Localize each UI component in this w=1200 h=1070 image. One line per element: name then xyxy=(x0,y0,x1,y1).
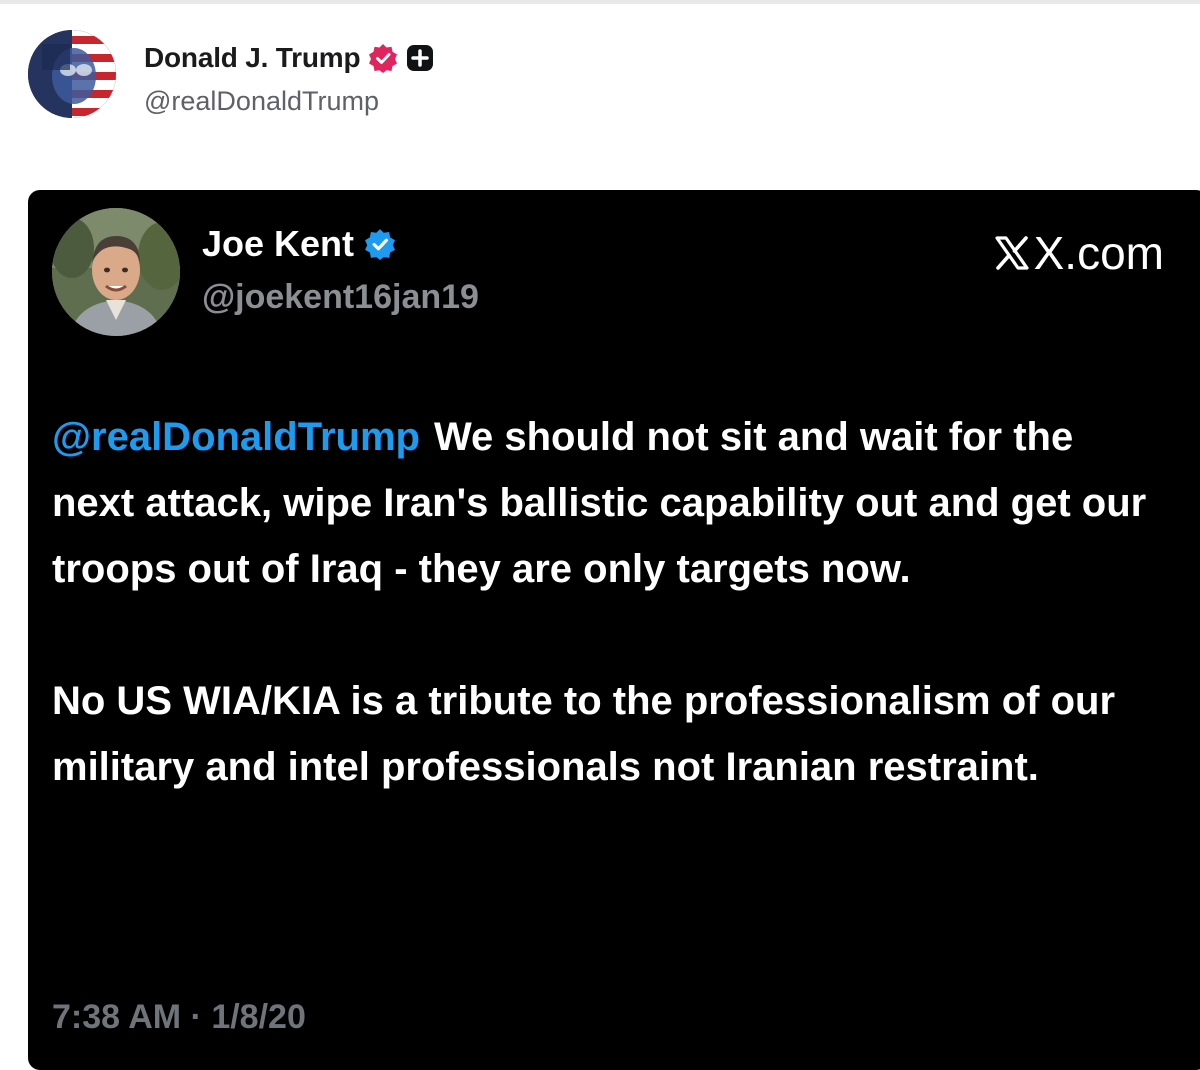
avatar[interactable] xyxy=(28,30,116,118)
embed-avatar[interactable] xyxy=(52,208,180,336)
author-name[interactable]: Donald J. Trump xyxy=(144,42,361,74)
embed-author-handle[interactable]: @joekent16jan19 xyxy=(202,278,479,317)
plus-icon xyxy=(406,44,434,72)
embed-author-name[interactable]: Joe Kent xyxy=(202,223,354,265)
top-divider xyxy=(0,0,1200,4)
tweet-paragraph: @realDonaldTrump We should not sit and wa… xyxy=(52,404,1162,602)
tweet-paragraph: No US WIA/KIA is a tribute to the profes… xyxy=(52,679,1116,789)
source-label: X.com xyxy=(1033,227,1164,279)
verified-badge-icon xyxy=(364,228,396,260)
outer-name-row: Donald J. Trump xyxy=(144,38,434,78)
x-logo-icon xyxy=(992,233,1032,273)
embed-name-row: Joe Kent xyxy=(202,222,396,266)
author-handle[interactable]: @realDonaldTrump xyxy=(144,86,379,117)
tweet-body: @realDonaldTrump We should not sit and wa… xyxy=(52,404,1162,800)
embedded-tweet-card[interactable]: Joe Kent @joekent16jan19 X.com @realDona… xyxy=(28,190,1200,1070)
mention-link[interactable]: @realDonaldTrump xyxy=(52,415,420,459)
post-header: Donald J. Trump @realDonaldTrump xyxy=(28,30,1168,120)
x-com-link[interactable]: X.com xyxy=(992,226,1164,280)
tweet-timestamp[interactable]: 7:38 AM · 1/8/20 xyxy=(52,998,306,1037)
verified-badge-icon xyxy=(368,43,398,73)
